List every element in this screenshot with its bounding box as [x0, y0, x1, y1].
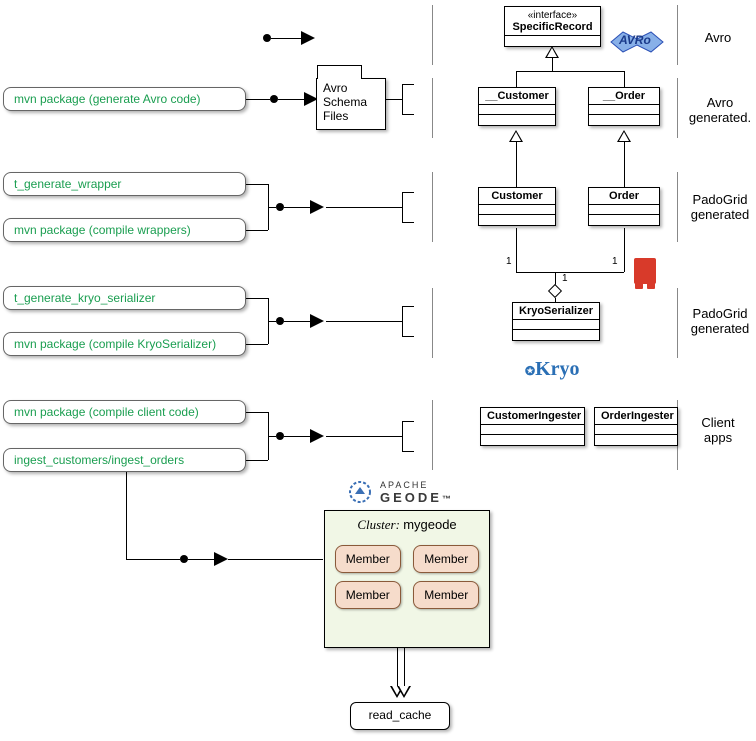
cluster-box: Cluster: mygeode Member Member Member Me…: [324, 510, 490, 648]
class-customer-avro: __Customer: [478, 87, 556, 126]
connector: [326, 321, 402, 322]
read-cache-label: read_cache: [369, 708, 432, 722]
cluster-title: Cluster: mygeode: [325, 511, 489, 541]
connector: [246, 99, 270, 100]
member-node: Member: [413, 545, 479, 573]
flow-arrow: [263, 34, 315, 48]
pkg-tab: [317, 65, 362, 79]
flow-arrow: [276, 203, 324, 217]
connector: [126, 472, 127, 559]
connector: [402, 192, 403, 222]
connector: [516, 142, 517, 187]
row-sep-left4: [432, 288, 433, 358]
row-sep: [677, 78, 678, 138]
flow-arrow: [276, 432, 324, 446]
row-sep-left1: [432, 5, 433, 65]
connector: [402, 306, 403, 336]
cmd-ingest: ingest_customers/ingest_orders: [3, 448, 246, 472]
connector: [402, 84, 403, 114]
row-sep-left3: [432, 172, 433, 242]
connector: [516, 228, 517, 272]
connector: [404, 648, 405, 686]
connector: [268, 207, 276, 208]
connector: [126, 559, 180, 560]
inherit-arrow: [509, 130, 523, 142]
cmd-compile-wrappers: mvn package (compile wrappers): [3, 218, 246, 242]
label-avro-gen: Avrogenerated.: [685, 95, 755, 125]
connector: [624, 228, 625, 272]
flow-arrow: [180, 555, 228, 569]
class-order-ingester: OrderIngester: [594, 407, 678, 446]
row-sep: [677, 5, 678, 65]
connector: [246, 460, 268, 461]
flow-arrow: [270, 95, 318, 109]
connector: [624, 71, 625, 87]
connector: [402, 306, 414, 307]
connector: [397, 648, 398, 686]
multiplicity: 1: [612, 256, 618, 267]
connector: [552, 58, 553, 71]
label-avro: Avro: [690, 30, 746, 45]
row-sep: [677, 288, 678, 358]
inherit-arrow: [617, 130, 631, 142]
connector: [228, 559, 323, 560]
connector: [402, 421, 403, 451]
pkg-avro-schema: Avro Schema Files: [316, 78, 386, 130]
connector: [516, 272, 624, 273]
connector: [402, 336, 414, 337]
connector: [516, 71, 517, 87]
member-node: Member: [413, 581, 479, 609]
member-node: Member: [335, 545, 401, 573]
connector: [326, 436, 402, 437]
inherit-arrow: [545, 46, 559, 58]
padogrid-icon: [634, 258, 656, 284]
connector: [516, 71, 624, 72]
class-specific-record: «interface»SpecificRecord: [504, 6, 601, 47]
connector: [246, 412, 268, 413]
class-order-avro: __Order: [588, 87, 660, 126]
cmd-compile-kryo: mvn package (compile KryoSerializer): [3, 332, 246, 356]
multiplicity: 1: [506, 256, 512, 267]
class-order: Order: [588, 187, 660, 226]
avro-logo: AVRo: [609, 27, 665, 60]
connector: [624, 142, 625, 187]
label-client-apps: Clientapps: [690, 415, 746, 445]
connector: [402, 84, 414, 85]
cmd-mvn-gen-avro: mvn package (generate Avro code): [3, 87, 246, 111]
class-kryo-serializer: KryoSerializer: [512, 302, 600, 341]
connector: [402, 192, 414, 193]
connector: [402, 114, 414, 115]
multiplicity: 1: [562, 273, 568, 284]
connector: [246, 344, 268, 345]
connector: [402, 222, 414, 223]
connector: [402, 421, 414, 422]
aggregation-diamond: [548, 284, 562, 298]
cmd-compile-client: mvn package (compile client code): [3, 400, 246, 424]
label-padogrid-gen2: PadoGridgenerated: [685, 306, 755, 336]
row-sep: [677, 172, 678, 242]
label-padogrid-gen1: PadoGridgenerated: [685, 192, 755, 222]
connector: [268, 436, 276, 437]
connector: [246, 298, 268, 299]
connector: [268, 321, 276, 322]
geode-apache-text: APACHE: [380, 480, 428, 490]
row-sep-left5: [432, 400, 433, 470]
connector: [326, 207, 402, 208]
cmd-gen-wrapper: t_generate_wrapper: [3, 172, 246, 196]
cmd-gen-kryo: t_generate_kryo_serializer: [3, 286, 246, 310]
class-customer: Customer: [478, 187, 556, 226]
flow-arrow: [276, 317, 324, 331]
kryo-logo: ✪Kryo: [525, 358, 580, 381]
connector: [246, 230, 268, 231]
class-customer-ingester: CustomerIngester: [480, 407, 585, 446]
geode-icon: [348, 480, 372, 504]
connector: [246, 184, 268, 185]
connector: [386, 99, 402, 100]
row-sep-left2: [432, 78, 433, 138]
geode-name-text: GEODE™: [380, 490, 451, 505]
connector: [402, 451, 414, 452]
member-node: Member: [335, 581, 401, 609]
read-cache-box: read_cache: [350, 702, 450, 730]
